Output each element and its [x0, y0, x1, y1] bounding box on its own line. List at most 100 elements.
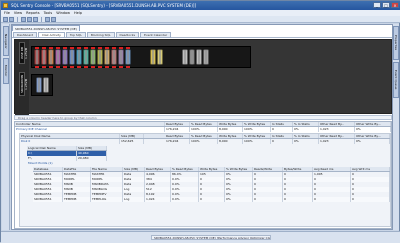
cell: 0: [199, 197, 225, 202]
mount-points-row[interactable]: Mount Points (1): [27, 161, 107, 166]
cell: 100%: [190, 139, 218, 144]
disk-cylinder[interactable]: [76, 49, 82, 65]
calendar-icon[interactable]: [45, 17, 50, 22]
activity-marker: [56, 66, 60, 68]
activity-marker: [105, 47, 109, 49]
cell: 0%: [355, 139, 390, 144]
disk-cylinder[interactable]: [111, 49, 117, 65]
disk-cylinder[interactable]: [36, 77, 42, 93]
disk-cylinder[interactable]: [203, 49, 209, 65]
toolbar-separator: [17, 17, 18, 22]
activity-marker: [112, 47, 116, 49]
cell: 8,000: [218, 139, 243, 144]
disk-cylinder[interactable]: [55, 49, 61, 65]
disk-cylinder[interactable]: [43, 77, 49, 93]
chart-icon[interactable]: [51, 17, 56, 22]
disk-cylinder[interactable]: [34, 49, 40, 65]
file-row[interactable]: SRVBA0551 TEMPDB TEMPLOG Log 1,024 0.0% 0 0% 0 0 0…: [33, 197, 390, 202]
disk-cylinder[interactable]: [104, 49, 110, 65]
cell: TEMPDB: [63, 197, 91, 202]
zoom-out-icon[interactable]: [33, 17, 38, 22]
disk-cylinder[interactable]: [125, 49, 131, 65]
cell: 0: [253, 197, 283, 202]
activity-marker: [126, 66, 130, 68]
activity-marker: [105, 66, 109, 68]
activity-marker: [42, 47, 46, 49]
cell: 0: [351, 197, 390, 202]
server-label-top: WSE DB 1.25VM: [19, 42, 28, 64]
disk-cylinder[interactable]: [83, 49, 89, 65]
activity-marker: [56, 47, 60, 49]
tab-disk-activity[interactable]: Disk Activity: [38, 32, 65, 38]
disk-cylinder[interactable]: [97, 49, 103, 65]
disk-cylinder[interactable]: [48, 49, 54, 65]
activity-marker: [84, 66, 88, 68]
controller-row[interactable]: Primary IDE Channel 176,204 100% 8,000 1…: [15, 127, 391, 132]
activity-marker: [77, 66, 81, 68]
disk-cylinder[interactable]: [189, 49, 195, 65]
cell: 8,000: [218, 127, 243, 132]
disk-cylinder[interactable]: [90, 49, 96, 65]
document-area: SRVBA0551.DUNSH.AB.PVC SYSTEM (DE) Dashb…: [11, 24, 393, 230]
disk-cylinder[interactable]: [118, 49, 124, 65]
cell: 152,625: [120, 139, 144, 144]
status-bar: SRVBA0551.DUNSH.AB.PVC SYSTEM (DE) [Perf…: [1, 231, 400, 243]
maximize-button[interactable]: □: [382, 2, 390, 8]
toolbar-separator: [41, 17, 42, 22]
activity-marker: [42, 66, 46, 68]
refresh-icon[interactable]: [21, 17, 26, 22]
zoom-in-icon[interactable]: [27, 17, 32, 22]
cell: 0%: [355, 127, 391, 132]
cell: SRVBA0551: [33, 197, 63, 202]
application-window: SQL Sentry Console - [SRVBA0551 (SQLSent…: [0, 0, 400, 243]
activity-marker: [63, 47, 67, 49]
disk-cylinder[interactable]: [150, 49, 156, 65]
tab-deadlocks[interactable]: Deadlocks: [115, 32, 140, 38]
cell: 0: [283, 197, 313, 202]
disk-cylinder[interactable]: [62, 49, 68, 65]
document-tab[interactable]: SRVBA0551.DUNSH.AB.PVC SYSTEM (DE): [12, 25, 80, 31]
cell: 176,204: [165, 127, 190, 132]
activity-marker: [77, 47, 81, 49]
tab-top-sql[interactable]: Top SQL: [65, 32, 86, 38]
cell: 100%: [190, 127, 218, 132]
side-tab-properties[interactable]: Properties: [393, 26, 399, 60]
minimize-button[interactable]: _: [373, 2, 381, 8]
tab-blocking-sql[interactable]: Blocking SQL: [86, 32, 115, 38]
controller-name: Primary IDE Channel: [15, 127, 165, 132]
activity-marker: [49, 47, 53, 49]
activity-marker: [35, 66, 39, 68]
disk-cylinder[interactable]: [182, 49, 188, 65]
tab-event-calendar[interactable]: Event Calendar: [140, 32, 172, 38]
right-side-panel: Properties Event Queue: [392, 24, 399, 230]
disk-cylinder[interactable]: [157, 49, 163, 65]
status-text: SRVBA0551.DUNSH.AB.PVC SYSTEM (DE) [Perf…: [151, 235, 271, 240]
window-title: SQL Sentry Console - [SRVBA0551 (SQLSent…: [11, 3, 197, 8]
cell: 176,204: [165, 139, 190, 144]
disk-cylinder[interactable]: [196, 49, 202, 65]
side-tab-monitor[interactable]: Monitor: [3, 58, 9, 84]
disk-activity-visualization: WSE DB 1.25VM SRVRADMIN 1.25VM: [14, 39, 392, 115]
mount-points-label: Mount Points (1): [28, 161, 53, 165]
activity-marker: [119, 66, 123, 68]
disk-cylinder[interactable]: [69, 49, 75, 65]
cell: 100%: [243, 127, 271, 132]
side-tab-navigator[interactable]: Navigator: [3, 26, 9, 56]
cell: 1,024: [145, 197, 171, 202]
disk-cylinder[interactable]: [41, 49, 47, 65]
disk-row[interactable]: Disk 0 152,625 176,204 100% 8,000 100% 0…: [20, 139, 390, 144]
tab-dashboard[interactable]: Dashboard: [13, 32, 38, 38]
activity-marker: [98, 66, 102, 68]
cell: 0: [313, 197, 351, 202]
side-tab-event-queue[interactable]: Event Queue: [393, 62, 399, 98]
close-button[interactable]: ×: [391, 2, 399, 8]
activity-marker: [63, 66, 67, 68]
cell: 0%: [293, 127, 319, 132]
cell: 100%: [243, 139, 271, 144]
forward-icon[interactable]: [9, 17, 14, 22]
back-icon[interactable]: [3, 17, 8, 22]
activity-marker: [49, 66, 53, 68]
cell: 0.0%: [171, 197, 199, 202]
cell: 0%: [225, 197, 253, 202]
group-by-area[interactable]: Drag a column header here to group by th…: [14, 115, 392, 120]
